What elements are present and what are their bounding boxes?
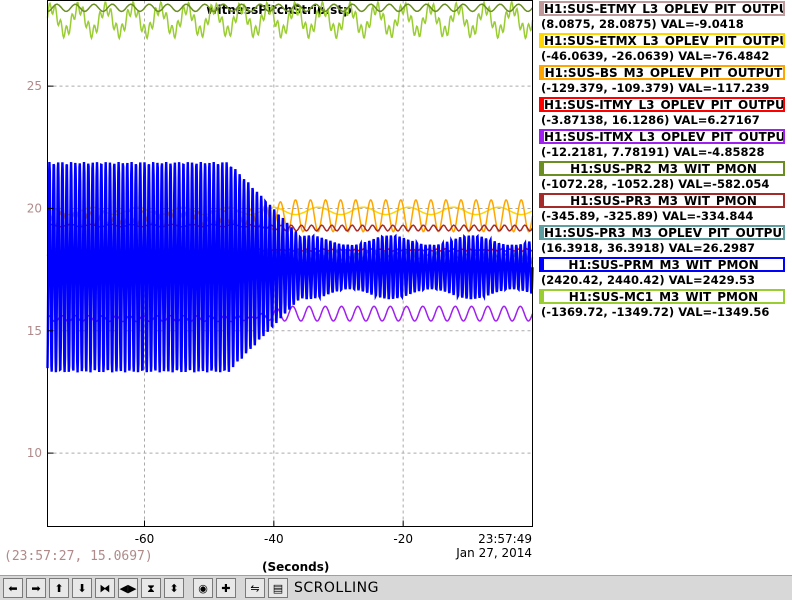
legend: H1:SUS-ETMY_L3_OPLEV_PIT_OUTPUT (8.0875, … (537, 0, 792, 320)
y-tick-label: 20 (27, 201, 42, 215)
time-label: 23:57:49 (478, 532, 532, 546)
reset-icon: ◉ (198, 581, 208, 595)
series-traces (46, 0, 534, 373)
arrow-up-icon: ⬆ (54, 581, 64, 595)
legend-entry[interactable]: H1:SUS-PRM_M3_WIT_PMON (2420.42, 2440.42)… (537, 256, 792, 288)
legend-range-value: (-1072.28, -1052.28) VAL=-582.054 (541, 177, 770, 191)
legend-range-value: (-3.87138, 16.1286) VAL=6.27167 (541, 113, 760, 127)
legend-entry[interactable]: H1:SUS-ETMY_L3_OPLEV_PIT_OUTPUT (8.0875, … (537, 0, 792, 32)
legend-channel-name[interactable]: H1:SUS-ETMY_L3_OPLEV_PIT_OUTPUT (539, 1, 785, 16)
arrow-down-icon: ⬇ (77, 581, 87, 595)
x-tick-label: -20 (393, 532, 413, 546)
legend-entry[interactable]: H1:SUS-BS_M3_OPLEV_PIT_OUTPUT (-129.379, … (537, 64, 792, 96)
zoom-out-y-button[interactable]: ⬍ (164, 578, 184, 598)
legend-range-value: (-46.0639, -26.0639) VAL=-76.4842 (541, 49, 770, 63)
legend-entry[interactable]: H1:SUS-PR2_M3_WIT_PMON (-1072.28, -1052.2… (537, 160, 792, 192)
auto-scale-button[interactable]: ⇋ (245, 578, 265, 598)
legend-entry[interactable]: H1:SUS-PR3_M3_OPLEV_PIT_OUTPUT (16.3918, … (537, 224, 792, 256)
legend-channel-name[interactable]: H1:SUS-MC1_M3_WIT_PMON (539, 289, 785, 304)
zoom-in-y-icon: ⧗ (147, 581, 155, 595)
legend-range-value: (-129.379, -109.379) VAL=-117.239 (541, 81, 770, 95)
legend-channel-name[interactable]: H1:SUS-ITMY_L3_OPLEV_PIT_OUTPUT (539, 97, 785, 112)
legend-range-value: (8.0875, 28.0875) VAL=-9.0418 (541, 17, 744, 31)
legend-channel-name[interactable]: H1:SUS-PR2_M3_WIT_PMON (539, 161, 785, 176)
legend-entry[interactable]: H1:SUS-ITMX_L3_OPLEV_PIT_OUTPUT (-12.2181… (537, 128, 792, 160)
legend-channel-name[interactable]: H1:SUS-PR3_M3_OPLEV_PIT_OUTPUT (539, 225, 785, 240)
arrow-right-icon: ➡ (31, 581, 41, 595)
scroll-left-button[interactable]: ⬅ (3, 578, 23, 598)
y-tick-label: 15 (27, 324, 42, 338)
legend-range-value: (-1369.72, -1349.72) VAL=-1349.56 (541, 305, 770, 319)
legend-channel-name[interactable]: H1:SUS-ITMX_L3_OPLEV_PIT_OUTPUT (539, 129, 785, 144)
date-label: Jan 27, 2014 (455, 546, 532, 560)
legend-range-value: (2420.42, 2440.42) VAL=2429.53 (541, 273, 756, 287)
legend-entry[interactable]: H1:SUS-ITMY_L3_OPLEV_PIT_OUTPUT (-3.87138… (537, 96, 792, 128)
print-button[interactable]: ▤ (268, 578, 288, 598)
zoom-in-y-button[interactable]: ⧗ (141, 578, 161, 598)
zoom-out-x-icon: ◀▶ (119, 581, 137, 595)
legend-entry[interactable]: H1:SUS-ETMX_L3_OPLEV_PIT_OUTPUT (-46.0639… (537, 32, 792, 64)
printer-icon: ▤ (272, 581, 284, 595)
arrow-left-icon: ⬅ (8, 581, 18, 595)
y-tick-label: 25 (27, 79, 42, 93)
series-line (46, 161, 534, 373)
plus-icon: ✚ (221, 581, 231, 595)
legend-entry[interactable]: H1:SUS-PR3_M3_WIT_PMON (-345.89, -325.89)… (537, 192, 792, 224)
legend-channel-name[interactable]: H1:SUS-PR3_M3_WIT_PMON (539, 193, 785, 208)
scroll-down-button[interactable]: ⬇ (72, 578, 92, 598)
legend-entry[interactable]: H1:SUS-MC1_M3_WIT_PMON (-1369.72, -1349.7… (537, 288, 792, 320)
toolbar: ⬅ ➡ ⬆ ⬇ ⧓ ◀▶ ⧗ ⬍ ◉ ✚ ⇋ ▤ SCROLLING (0, 575, 792, 600)
zoom-out-y-icon: ⬍ (169, 581, 179, 595)
legend-range-value: (-12.2181, 7.78191) VAL=-4.85828 (541, 145, 765, 159)
legend-range-value: (-345.89, -325.89) VAL=-334.844 (541, 209, 754, 223)
reset-button[interactable]: ◉ (193, 578, 213, 598)
cursor-readout: (23:57:27, 15.0697) (4, 549, 153, 564)
scroll-status: SCROLLING (294, 580, 379, 596)
x-axis-label: (Seconds) (262, 560, 330, 574)
legend-channel-name[interactable]: H1:SUS-PRM_M3_WIT_PMON (539, 257, 785, 272)
x-tick-label: -40 (264, 532, 284, 546)
legend-channel-name[interactable]: H1:SUS-ETMX_L3_OPLEV_PIT_OUTPUT (539, 33, 785, 48)
y-tick-label: 10 (27, 446, 42, 460)
x-tick-label: -60 (135, 532, 155, 546)
strip-chart[interactable]: witnessPitchStrip.stp -60 -40 -2010152025 … (0, 0, 537, 575)
legend-channel-name[interactable]: H1:SUS-BS_M3_OPLEV_PIT_OUTPUT (539, 65, 785, 80)
auto-scale-icon: ⇋ (250, 581, 260, 595)
add-button[interactable]: ✚ (216, 578, 236, 598)
legend-range-value: (16.3918, 36.3918) VAL=26.2987 (541, 241, 756, 255)
zoom-in-x-icon: ⧓ (99, 581, 111, 595)
scroll-right-button[interactable]: ➡ (26, 578, 46, 598)
scroll-up-button[interactable]: ⬆ (49, 578, 69, 598)
zoom-in-x-button[interactable]: ⧓ (95, 578, 115, 598)
zoom-out-x-button[interactable]: ◀▶ (118, 578, 138, 598)
